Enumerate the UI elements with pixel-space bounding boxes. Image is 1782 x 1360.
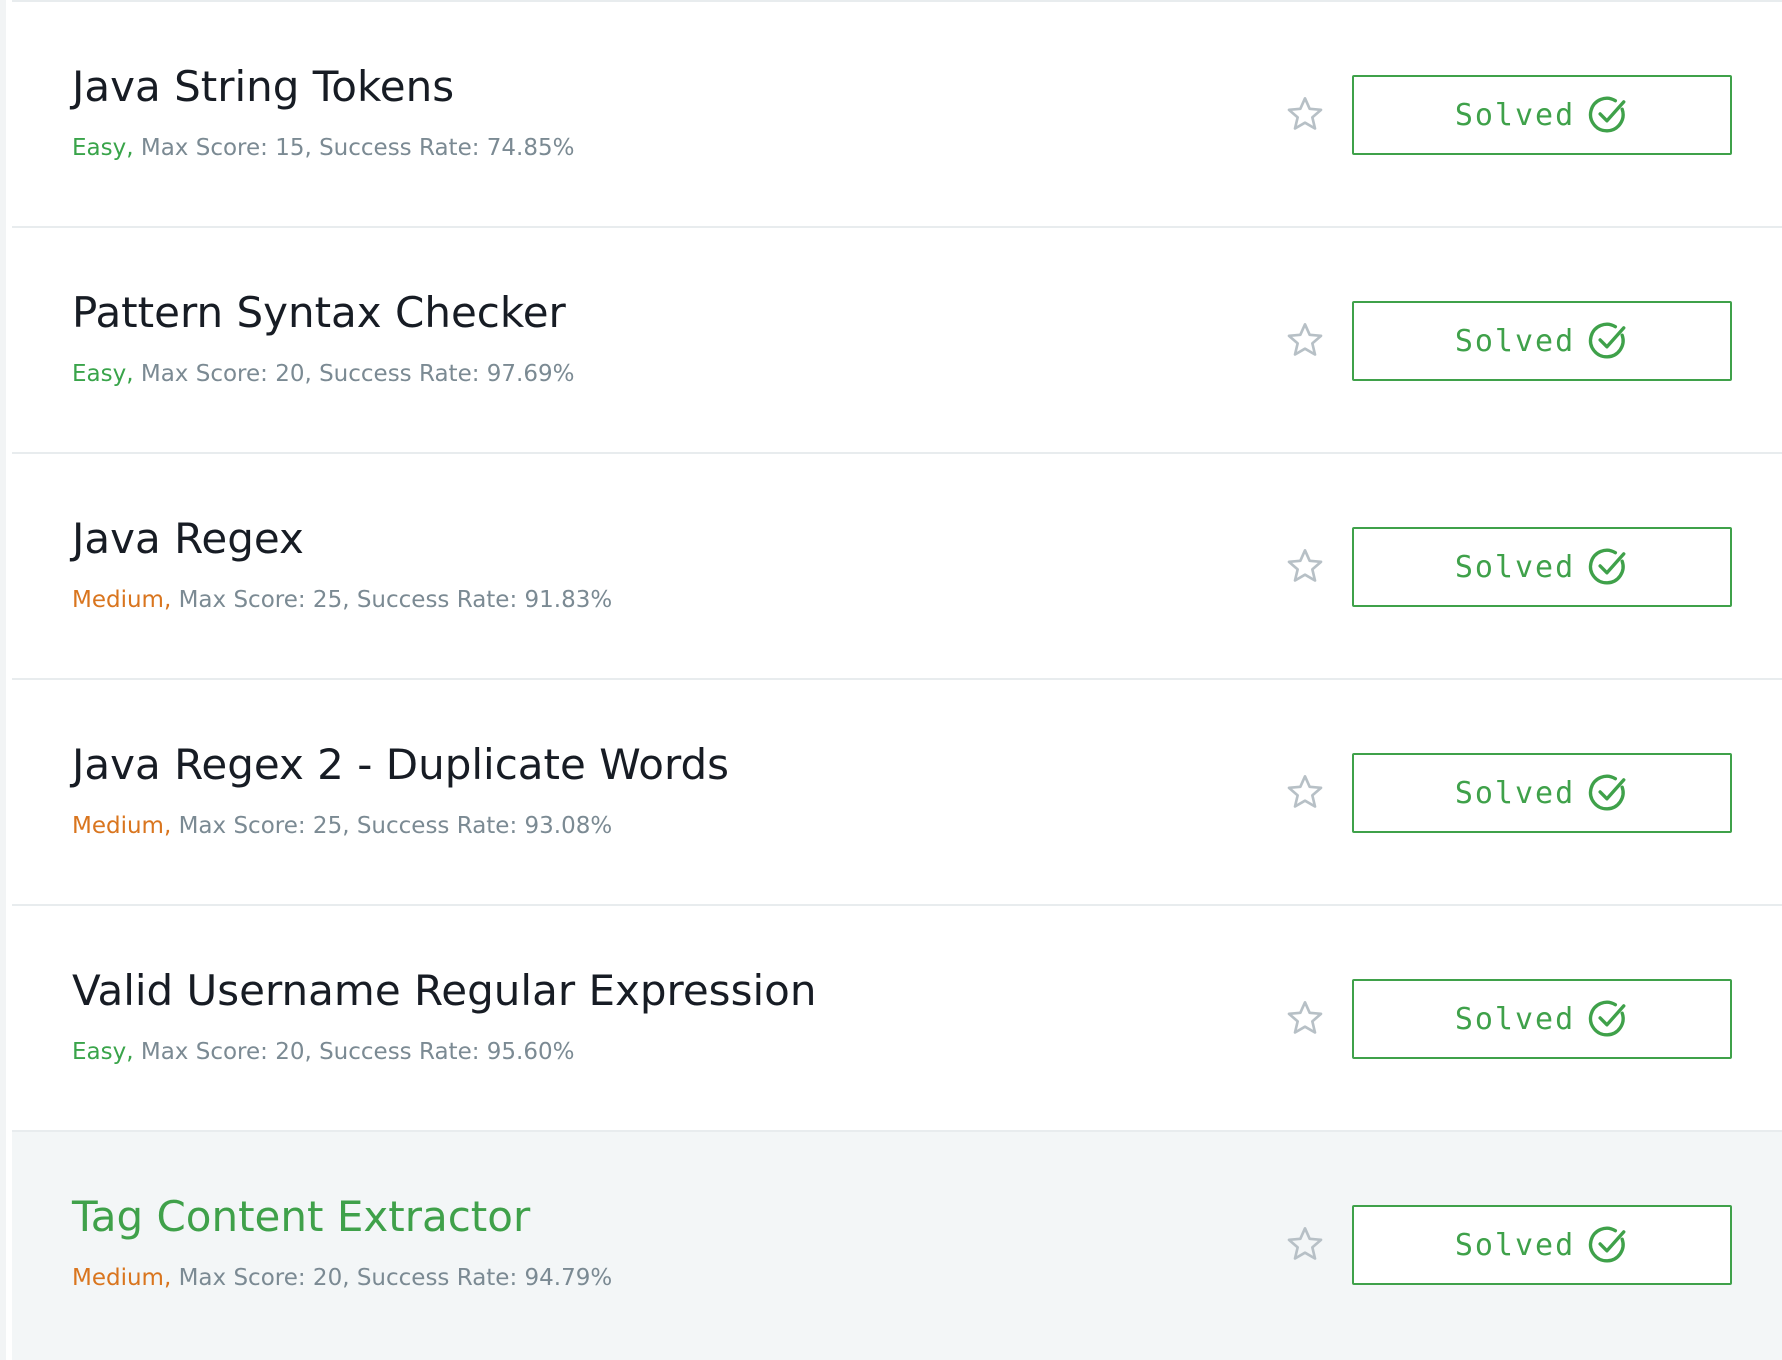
challenge-stats: Max Score: 25, Success Rate: 93.08% — [171, 813, 613, 839]
challenge-list: Java String Tokens Easy, Max Score: 15, … — [0, 0, 1782, 1360]
challenge-meta: Medium, Max Score: 25, Success Rate: 93.… — [72, 813, 612, 839]
challenge-stats: Max Score: 25, Success Rate: 91.83% — [171, 587, 613, 613]
solved-label: Solved — [1454, 775, 1576, 811]
challenge-stats: Max Score: 20, Success Rate: 97.69% — [133, 361, 575, 387]
star-outline-icon[interactable] — [1285, 94, 1325, 134]
solved-button[interactable]: Solved — [1352, 75, 1732, 155]
challenge-stats: Max Score: 15, Success Rate: 74.85% — [133, 135, 575, 161]
challenge-meta: Easy, Max Score: 20, Success Rate: 95.60… — [72, 1039, 574, 1065]
difficulty-label: Medium, — [72, 813, 172, 839]
star-outline-icon[interactable] — [1285, 546, 1325, 586]
check-circle-icon — [1589, 548, 1626, 585]
solved-button[interactable]: Solved — [1352, 527, 1732, 607]
challenge-row: Java Regex Medium, Max Score: 25, Succes… — [12, 452, 1782, 678]
solved-button[interactable]: Solved — [1352, 753, 1732, 833]
check-circle-icon — [1589, 1000, 1626, 1037]
challenge-meta: Medium, Max Score: 25, Success Rate: 91.… — [72, 587, 612, 613]
challenge-title[interactable]: Java String Tokens — [72, 62, 454, 111]
challenge-title[interactable]: Tag Content Extractor — [72, 1192, 530, 1241]
check-circle-icon — [1589, 322, 1626, 359]
solved-button[interactable]: Solved — [1352, 1205, 1732, 1285]
challenge-row: Pattern Syntax Checker Easy, Max Score: … — [12, 226, 1782, 452]
challenge-row: Tag Content Extractor Medium, Max Score:… — [12, 1130, 1782, 1360]
challenge-row: Valid Username Regular Expression Easy, … — [12, 904, 1782, 1130]
difficulty-label: Easy, — [72, 1039, 134, 1065]
solved-button[interactable]: Solved — [1352, 301, 1732, 381]
challenge-stats: Max Score: 20, Success Rate: 94.79% — [171, 1265, 613, 1291]
challenge-meta: Easy, Max Score: 20, Success Rate: 97.69… — [72, 361, 574, 387]
star-outline-icon[interactable] — [1285, 772, 1325, 812]
star-outline-icon[interactable] — [1285, 998, 1325, 1038]
difficulty-label: Medium, — [72, 587, 172, 613]
solved-label: Solved — [1454, 97, 1576, 133]
challenge-title[interactable]: Java Regex — [72, 514, 304, 563]
challenge-row: Java Regex 2 - Duplicate Words Medium, M… — [12, 678, 1782, 904]
challenge-title[interactable]: Valid Username Regular Expression — [72, 966, 816, 1015]
challenge-row: Java String Tokens Easy, Max Score: 15, … — [12, 0, 1782, 226]
star-outline-icon[interactable] — [1285, 1224, 1325, 1264]
solved-button[interactable]: Solved — [1352, 979, 1732, 1059]
solved-label: Solved — [1454, 1001, 1576, 1037]
difficulty-label: Medium, — [72, 1265, 172, 1291]
challenge-stats: Max Score: 20, Success Rate: 95.60% — [133, 1039, 575, 1065]
challenge-title[interactable]: Java Regex 2 - Duplicate Words — [72, 740, 729, 789]
challenge-meta: Easy, Max Score: 15, Success Rate: 74.85… — [72, 135, 574, 161]
challenge-title[interactable]: Pattern Syntax Checker — [72, 288, 566, 337]
check-circle-icon — [1589, 96, 1626, 133]
star-outline-icon[interactable] — [1285, 320, 1325, 360]
solved-label: Solved — [1454, 549, 1576, 585]
solved-label: Solved — [1454, 1227, 1576, 1263]
solved-label: Solved — [1454, 323, 1576, 359]
check-circle-icon — [1589, 1226, 1626, 1263]
challenge-meta: Medium, Max Score: 20, Success Rate: 94.… — [72, 1265, 612, 1291]
check-circle-icon — [1589, 774, 1626, 811]
difficulty-label: Easy, — [72, 361, 134, 387]
difficulty-label: Easy, — [72, 135, 134, 161]
